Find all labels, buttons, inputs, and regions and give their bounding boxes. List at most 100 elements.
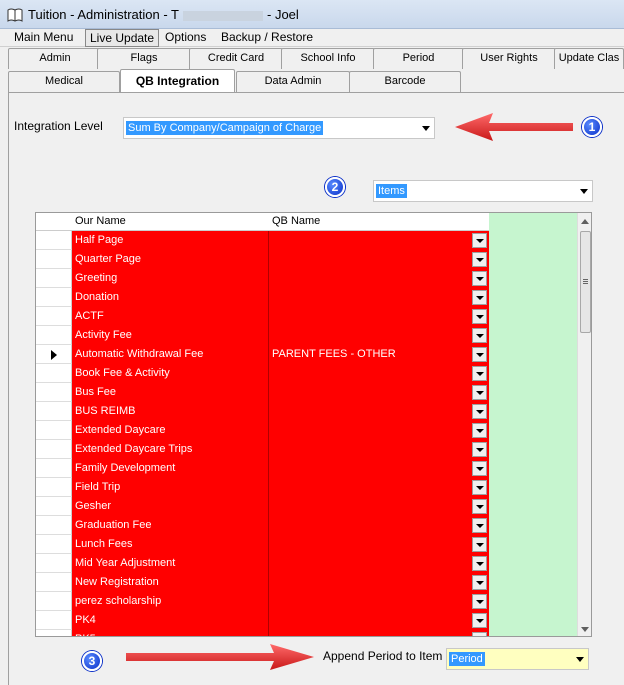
cell-qb-name[interactable] <box>269 535 489 554</box>
cell-qb-name[interactable] <box>269 440 489 459</box>
table-row[interactable]: BUS REIMB <box>36 402 489 421</box>
item-type-select[interactable]: Items <box>373 180 593 202</box>
cell-our-name[interactable]: Graduation Fee <box>72 516 269 535</box>
qb-name-dropdown[interactable] <box>472 290 487 305</box>
qb-name-dropdown[interactable] <box>472 537 487 552</box>
cell-our-name[interactable]: Activity Fee <box>72 326 269 345</box>
tab-qb-integration[interactable]: QB Integration <box>120 69 235 93</box>
vertical-scrollbar[interactable] <box>577 213 591 636</box>
tab-user-rights[interactable]: User Rights <box>462 48 556 69</box>
qb-name-dropdown[interactable] <box>472 233 487 248</box>
cell-qb-name[interactable] <box>269 307 489 326</box>
qb-name-dropdown[interactable] <box>472 594 487 609</box>
cell-qb-name[interactable] <box>269 231 489 250</box>
cell-qb-name[interactable] <box>269 611 489 630</box>
row-selector[interactable] <box>36 421 72 440</box>
row-selector[interactable] <box>36 535 72 554</box>
tab-medical[interactable]: Medical <box>8 71 120 92</box>
table-row[interactable]: Donation <box>36 288 489 307</box>
qb-name-dropdown[interactable] <box>472 442 487 457</box>
row-selector[interactable] <box>36 345 72 364</box>
scroll-down-icon[interactable] <box>581 627 589 632</box>
menu-options[interactable]: Options <box>161 29 210 47</box>
cell-our-name[interactable]: Book Fee & Activity <box>72 364 269 383</box>
row-selector[interactable] <box>36 383 72 402</box>
cell-qb-name[interactable] <box>269 516 489 535</box>
table-row[interactable]: PK4 <box>36 611 489 630</box>
item-mapping-grid[interactable]: Our Name QB Name Half Page Quarter Page Gr… <box>35 212 592 637</box>
cell-qb-name[interactable] <box>269 269 489 288</box>
table-row[interactable]: Activity Fee <box>36 326 489 345</box>
table-row[interactable]: ACTF <box>36 307 489 326</box>
cell-our-name[interactable]: Family Development <box>72 459 269 478</box>
row-selector[interactable] <box>36 326 72 345</box>
tab-credit-card[interactable]: Credit Card <box>189 48 283 69</box>
qb-name-dropdown[interactable] <box>472 309 487 324</box>
append-period-select[interactable]: Period <box>446 648 589 670</box>
tab-data-admin[interactable]: Data Admin <box>236 71 350 92</box>
row-selector[interactable] <box>36 630 72 636</box>
cell-our-name[interactable]: Lunch Fees <box>72 535 269 554</box>
row-selector[interactable] <box>36 516 72 535</box>
cell-qb-name[interactable] <box>269 630 489 636</box>
table-row[interactable]: New Registration <box>36 573 489 592</box>
qb-name-dropdown[interactable] <box>472 575 487 590</box>
qb-name-dropdown[interactable] <box>472 328 487 343</box>
table-row[interactable]: Book Fee & Activity <box>36 364 489 383</box>
table-row[interactable]: Extended Daycare <box>36 421 489 440</box>
cell-our-name[interactable]: Gesher <box>72 497 269 516</box>
qb-name-dropdown[interactable] <box>472 271 487 286</box>
tab-update-class[interactable]: Update Clas <box>554 48 624 69</box>
row-selector[interactable] <box>36 364 72 383</box>
cell-qb-name[interactable] <box>269 478 489 497</box>
table-row[interactable]: Graduation Fee <box>36 516 489 535</box>
qb-name-dropdown[interactable] <box>472 613 487 628</box>
cell-qb-name[interactable] <box>269 364 489 383</box>
row-selector[interactable] <box>36 459 72 478</box>
menu-backup-restore[interactable]: Backup / Restore <box>217 29 317 47</box>
cell-qb-name[interactable] <box>269 326 489 345</box>
cell-qb-name[interactable] <box>269 573 489 592</box>
row-selector[interactable] <box>36 288 72 307</box>
qb-name-dropdown[interactable] <box>472 461 487 476</box>
menu-live-update[interactable]: Live Update <box>85 29 160 47</box>
cell-our-name[interactable]: Donation <box>72 288 269 307</box>
table-row[interactable]: perez scholarship <box>36 592 489 611</box>
scroll-thumb[interactable] <box>580 231 591 333</box>
cell-qb-name[interactable] <box>269 554 489 573</box>
tab-admin[interactable]: Admin <box>8 48 102 69</box>
qb-name-dropdown[interactable] <box>472 499 487 514</box>
cell-our-name[interactable]: perez scholarship <box>72 592 269 611</box>
cell-our-name[interactable]: Extended Daycare <box>72 421 269 440</box>
row-selector[interactable] <box>36 573 72 592</box>
cell-our-name[interactable]: PK5 <box>72 630 269 636</box>
cell-qb-name[interactable] <box>269 497 489 516</box>
tab-barcode[interactable]: Barcode <box>349 71 461 92</box>
table-row[interactable]: Quarter Page <box>36 250 489 269</box>
table-row[interactable]: Automatic Withdrawal Fee PARENT FEES - OT… <box>36 345 489 364</box>
row-selector[interactable] <box>36 231 72 250</box>
cell-our-name[interactable]: PK4 <box>72 611 269 630</box>
tab-period[interactable]: Period <box>373 48 464 69</box>
row-selector[interactable] <box>36 269 72 288</box>
row-selector[interactable] <box>36 592 72 611</box>
qb-name-dropdown[interactable] <box>472 518 487 533</box>
cell-our-name[interactable]: Mid Year Adjustment <box>72 554 269 573</box>
cell-qb-name[interactable] <box>269 421 489 440</box>
cell-qb-name[interactable] <box>269 250 489 269</box>
qb-name-dropdown[interactable] <box>472 423 487 438</box>
cell-our-name[interactable]: Half Page <box>72 231 269 250</box>
table-row[interactable]: Field Trip <box>36 478 489 497</box>
cell-qb-name[interactable] <box>269 592 489 611</box>
cell-our-name[interactable]: Extended Daycare Trips <box>72 440 269 459</box>
table-row[interactable]: Greeting <box>36 269 489 288</box>
row-selector[interactable] <box>36 250 72 269</box>
cell-our-name[interactable]: Field Trip <box>72 478 269 497</box>
cell-our-name[interactable]: Greeting <box>72 269 269 288</box>
qb-name-dropdown[interactable] <box>472 632 487 636</box>
cell-our-name[interactable]: Quarter Page <box>72 250 269 269</box>
row-selector[interactable] <box>36 611 72 630</box>
table-row[interactable]: Half Page <box>36 231 489 250</box>
row-selector[interactable] <box>36 440 72 459</box>
qb-name-dropdown[interactable] <box>472 366 487 381</box>
